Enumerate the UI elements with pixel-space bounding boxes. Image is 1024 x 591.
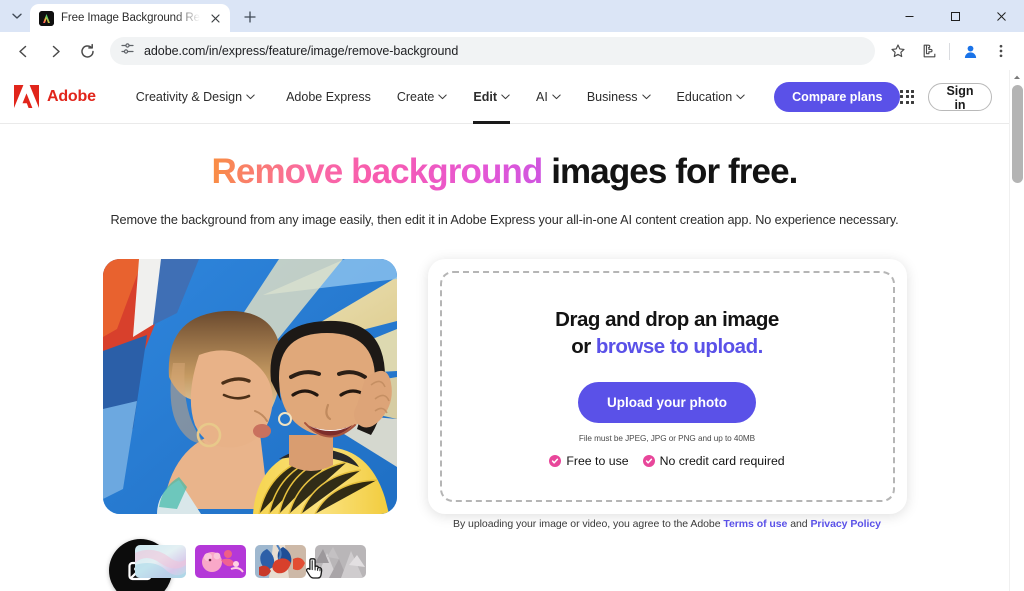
adobe-express-icon [39, 11, 54, 26]
nav-right-actions: Sign in [900, 83, 1009, 111]
chevron-down-icon [246, 93, 255, 102]
app-grid-icon[interactable] [900, 90, 914, 104]
browser-window: Free Image Background Remov [0, 0, 1024, 591]
nav-item-edit[interactable]: Edit [460, 70, 523, 124]
nav-item-education[interactable]: Education [664, 70, 759, 124]
perk-label: No credit card required [660, 454, 785, 468]
nav-item-label: Education [677, 90, 733, 104]
site-settings-tune-sliders-icon[interactable] [120, 41, 135, 61]
browser-tab[interactable]: Free Image Background Remov [30, 4, 230, 32]
chevron-down-icon [642, 93, 651, 102]
page-scrollbar[interactable] [1009, 70, 1024, 591]
back-arrow-icon[interactable] [8, 36, 38, 66]
browse-to-upload-link[interactable]: browse to upload. [596, 335, 763, 358]
scrollbar-thumb[interactable] [1012, 85, 1023, 183]
check-circle-icon [549, 455, 561, 467]
chevron-down-icon [438, 93, 447, 102]
file-requirements-note: File must be JPEG, JPG or PNG and up to … [579, 434, 755, 443]
minimize-icon[interactable] [886, 0, 932, 32]
adobe-logo-icon [14, 85, 39, 108]
thumbnail-grey-crystals[interactable] [315, 545, 366, 578]
new-tab-plus-icon[interactable] [236, 3, 264, 31]
check-circle-icon [643, 455, 655, 467]
nav-item-label: AI [536, 90, 548, 104]
nav-group-secondary: Adobe Express Create Edit [273, 70, 900, 124]
toolbar-divider [949, 43, 950, 60]
nav-item-business[interactable]: Business [574, 70, 664, 124]
chevron-down-icon [552, 93, 561, 102]
nav-item-label: Creativity & Design [136, 90, 242, 104]
nav-item-label: Business [587, 90, 638, 104]
adobe-logo-text: Adobe [47, 88, 96, 106]
thumbnail-pink-flamingo-illustration[interactable] [195, 545, 246, 578]
nav-group-primary: Creativity & Design [118, 70, 273, 124]
three-dot-menu-icon[interactable] [986, 36, 1016, 66]
drop-zone-headline-prefix: or [571, 335, 596, 358]
hero-section: Remove background images for free. Remov… [0, 124, 1009, 227]
sign-in-button[interactable]: Sign in [928, 83, 991, 111]
chevron-down-icon [501, 93, 510, 102]
nav-item-create[interactable]: Create [384, 70, 461, 124]
nav-item-label: Edit [473, 90, 497, 104]
upload-card: Drag and drop an image or browse to uplo… [428, 259, 907, 514]
window-close-icon[interactable] [978, 0, 1024, 32]
perk-no-credit-card: No credit card required [643, 454, 785, 468]
thumbnail-strip [135, 545, 397, 578]
thumbnail-blue-red-floral[interactable] [255, 545, 306, 578]
tab-close-icon[interactable] [207, 10, 223, 26]
drop-zone[interactable]: Drag and drop an image or browse to uplo… [440, 271, 895, 502]
reload-icon[interactable] [72, 36, 102, 66]
address-bar[interactable]: adobe.com/in/express/feature/image/remov… [110, 37, 875, 65]
hero-sample-image[interactable] [103, 259, 397, 514]
web-page: Adobe Creativity & Design Adobe Express [0, 70, 1009, 591]
drop-zone-headline: Drag and drop an image or browse to uplo… [555, 306, 779, 360]
hero-content-row: Drag and drop an image or browse to uplo… [0, 259, 1009, 578]
star-icon[interactable] [883, 36, 913, 66]
tab-search-chevron-down-icon[interactable] [4, 2, 30, 30]
legal-prefix: By uploading your image or video, you ag… [453, 518, 723, 530]
upload-your-photo-button[interactable]: Upload your photo [578, 382, 756, 423]
perk-free-to-use: Free to use [549, 454, 628, 468]
page-title: Remove background images for free. [0, 152, 1009, 192]
page-title-gradient-text: Remove background [212, 152, 543, 191]
page-viewport: Adobe Creativity & Design Adobe Express [0, 70, 1024, 591]
legal-disclaimer: By uploading your image or video, you ag… [440, 518, 895, 530]
browser-toolbar: adobe.com/in/express/feature/image/remov… [0, 32, 1024, 70]
puzzle-piece-icon[interactable] [914, 36, 944, 66]
profile-avatar-icon[interactable] [955, 36, 985, 66]
nav-item-label: Adobe Express [286, 90, 371, 104]
privacy-policy-link[interactable]: Privacy Policy [810, 518, 881, 530]
nav-item-ai[interactable]: AI [523, 70, 574, 124]
tab-strip: Free Image Background Remov [0, 0, 1024, 32]
window-controls [886, 0, 1024, 32]
toolbar-right-actions [883, 36, 1016, 66]
drop-zone-headline-line1: Drag and drop an image [555, 308, 779, 331]
page-title-plain-text: images for free. [542, 152, 797, 191]
adobe-logo[interactable]: Adobe [14, 85, 118, 108]
maximize-icon[interactable] [932, 0, 978, 32]
nav-item-label: Create [397, 90, 435, 104]
tab-title: Free Image Background Remov [61, 12, 200, 24]
nav-item-creativity-design[interactable]: Creativity & Design [118, 70, 273, 124]
thumbnail-pastel-holographic[interactable] [135, 545, 186, 578]
chevron-down-icon [736, 93, 745, 102]
adobe-global-nav: Adobe Creativity & Design Adobe Express [0, 70, 1009, 124]
perk-label: Free to use [566, 454, 628, 468]
nav-item-adobe-express[interactable]: Adobe Express [273, 70, 384, 124]
forward-arrow-icon[interactable] [40, 36, 70, 66]
scroll-up-arrow-icon[interactable] [1010, 70, 1024, 84]
terms-of-use-link[interactable]: Terms of use [723, 518, 787, 530]
image-showcase [103, 259, 397, 578]
url-text: adobe.com/in/express/feature/image/remov… [144, 44, 458, 58]
legal-middle: and [787, 518, 810, 530]
hero-subtitle: Remove the background from any image eas… [0, 213, 1009, 227]
compare-plans-button[interactable]: Compare plans [774, 82, 900, 112]
perks-row: Free to use No credit card required [549, 454, 784, 468]
